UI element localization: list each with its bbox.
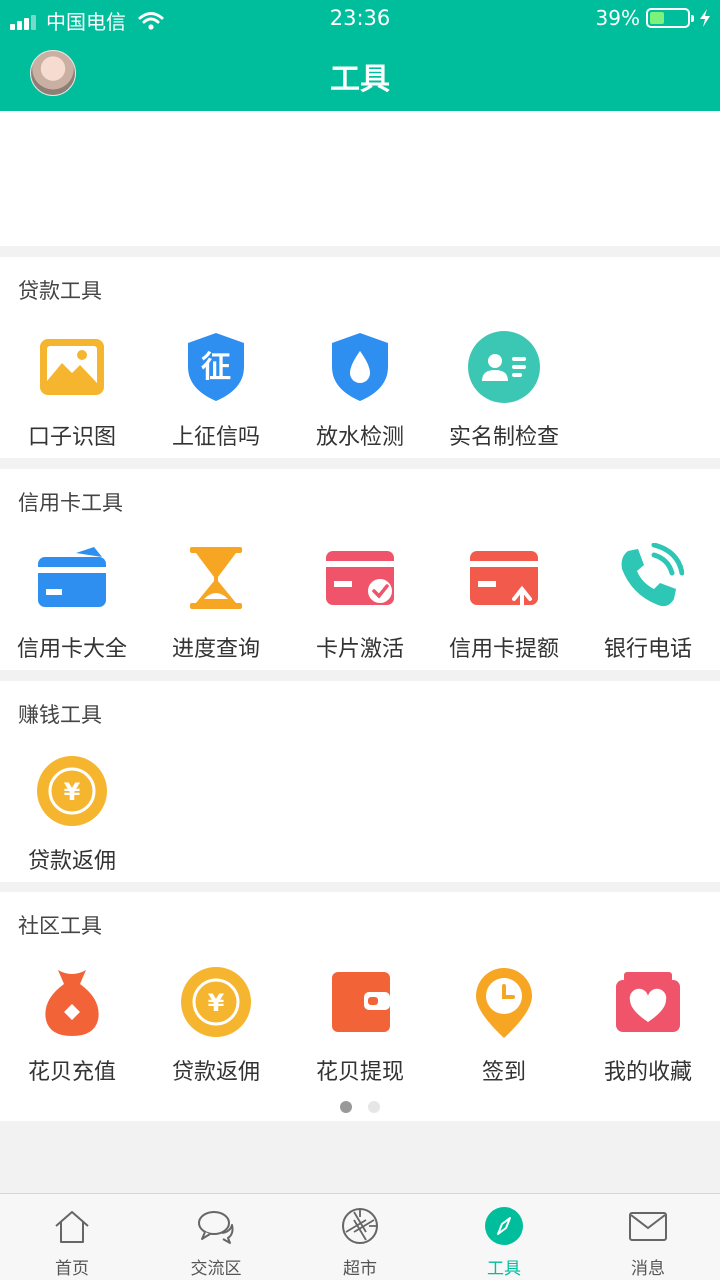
tool-label: 贷款返佣: [171, 1060, 260, 1085]
card-check-icon: [326, 551, 394, 605]
phone-icon: [621, 543, 684, 607]
svg-text:征: 征: [201, 350, 231, 385]
clock-pin-icon: [476, 968, 532, 1038]
tab-market[interactable]: 超市: [288, 1194, 432, 1280]
battery-percent: 39%: [595, 6, 640, 30]
tab-label: 交流区: [190, 1259, 242, 1279]
page-indicator[interactable]: [0, 1101, 720, 1113]
svg-text:¥: ¥: [64, 778, 81, 806]
tab-home[interactable]: 首页: [0, 1194, 144, 1280]
tool-label: 放水检测: [315, 425, 404, 450]
tool-label: 我的收藏: [603, 1060, 692, 1085]
section-community-tools: 社区工具 花贝充值 ¥ 贷款返佣 花贝提现 签到 我的收藏: [0, 892, 720, 1121]
wallet-icon: [332, 972, 390, 1032]
tool-label: 花贝充值: [27, 1060, 116, 1085]
battery-icon: [646, 8, 694, 28]
credit-shield-icon: 征: [188, 333, 244, 401]
page-dot-1[interactable]: [340, 1101, 352, 1113]
tool-label: 信用卡大全: [16, 637, 127, 662]
section-loan-tools: 贷款工具 口子识图 征 上征信吗 放水检测 实名制检查: [0, 257, 720, 458]
money-bag-icon: [45, 970, 99, 1036]
mail-icon: [629, 1212, 667, 1241]
card-up-icon: [470, 551, 538, 613]
section-title: 赚钱工具: [18, 703, 102, 727]
svg-text:¥: ¥: [208, 989, 225, 1017]
tool-label: 上征信吗: [171, 425, 260, 450]
id-card-icon: [468, 331, 540, 403]
tab-tools[interactable]: 工具: [432, 1194, 576, 1280]
image-icon: [40, 339, 104, 395]
tool-label: 口子识图: [27, 425, 116, 450]
yen-coin-icon: ¥: [181, 967, 251, 1037]
section-title: 社区工具: [18, 914, 102, 938]
home-icon: [55, 1211, 89, 1243]
tab-label: 首页: [55, 1259, 89, 1279]
hourglass-icon: [190, 547, 242, 609]
page-dot-2[interactable]: [368, 1101, 380, 1113]
section-credit-card-tools: 信用卡工具 信用卡大全 进度查询 卡片激活 信用卡提额 银行电话: [0, 469, 720, 670]
page-title: 工具: [330, 62, 390, 97]
tool-label: 贷款返佣: [27, 849, 116, 874]
tab-messages[interactable]: 消息: [576, 1194, 720, 1280]
app-header: 中国电信 23:36 39% 工具: [0, 0, 720, 111]
tool-label: 签到: [481, 1060, 526, 1085]
charging-icon: [700, 9, 710, 27]
credit-card-icon: [38, 547, 106, 607]
tool-label: 银行电话: [603, 637, 692, 662]
tab-forum[interactable]: 交流区: [144, 1194, 288, 1280]
section-title: 信用卡工具: [18, 491, 123, 515]
yen-coin-icon: ¥: [37, 756, 107, 826]
tool-label: 卡片激活: [315, 637, 404, 662]
section-title: 贷款工具: [18, 279, 102, 303]
section-earn-tools: 赚钱工具 ¥ 贷款返佣: [0, 681, 720, 882]
compass-icon: [485, 1207, 523, 1245]
tool-label: 进度查询: [171, 637, 260, 662]
status-bar: 中国电信 23:36 39%: [0, 0, 720, 40]
tab-label: 超市: [343, 1259, 377, 1279]
tool-label: 信用卡提额: [448, 637, 559, 662]
shutter-icon: [342, 1208, 378, 1244]
water-shield-icon: [332, 333, 388, 401]
tool-label: 花贝提现: [315, 1060, 404, 1085]
chat-icon: [198, 1211, 234, 1244]
tab-label: 消息: [631, 1259, 665, 1279]
tool-label: 实名制检查: [448, 425, 559, 450]
tab-label: 工具: [487, 1259, 521, 1279]
heart-folder-icon: [616, 972, 680, 1032]
banner-area[interactable]: [0, 111, 720, 246]
bottom-tab-bar: 首页 交流区 超市 工具 消息: [0, 1193, 720, 1280]
